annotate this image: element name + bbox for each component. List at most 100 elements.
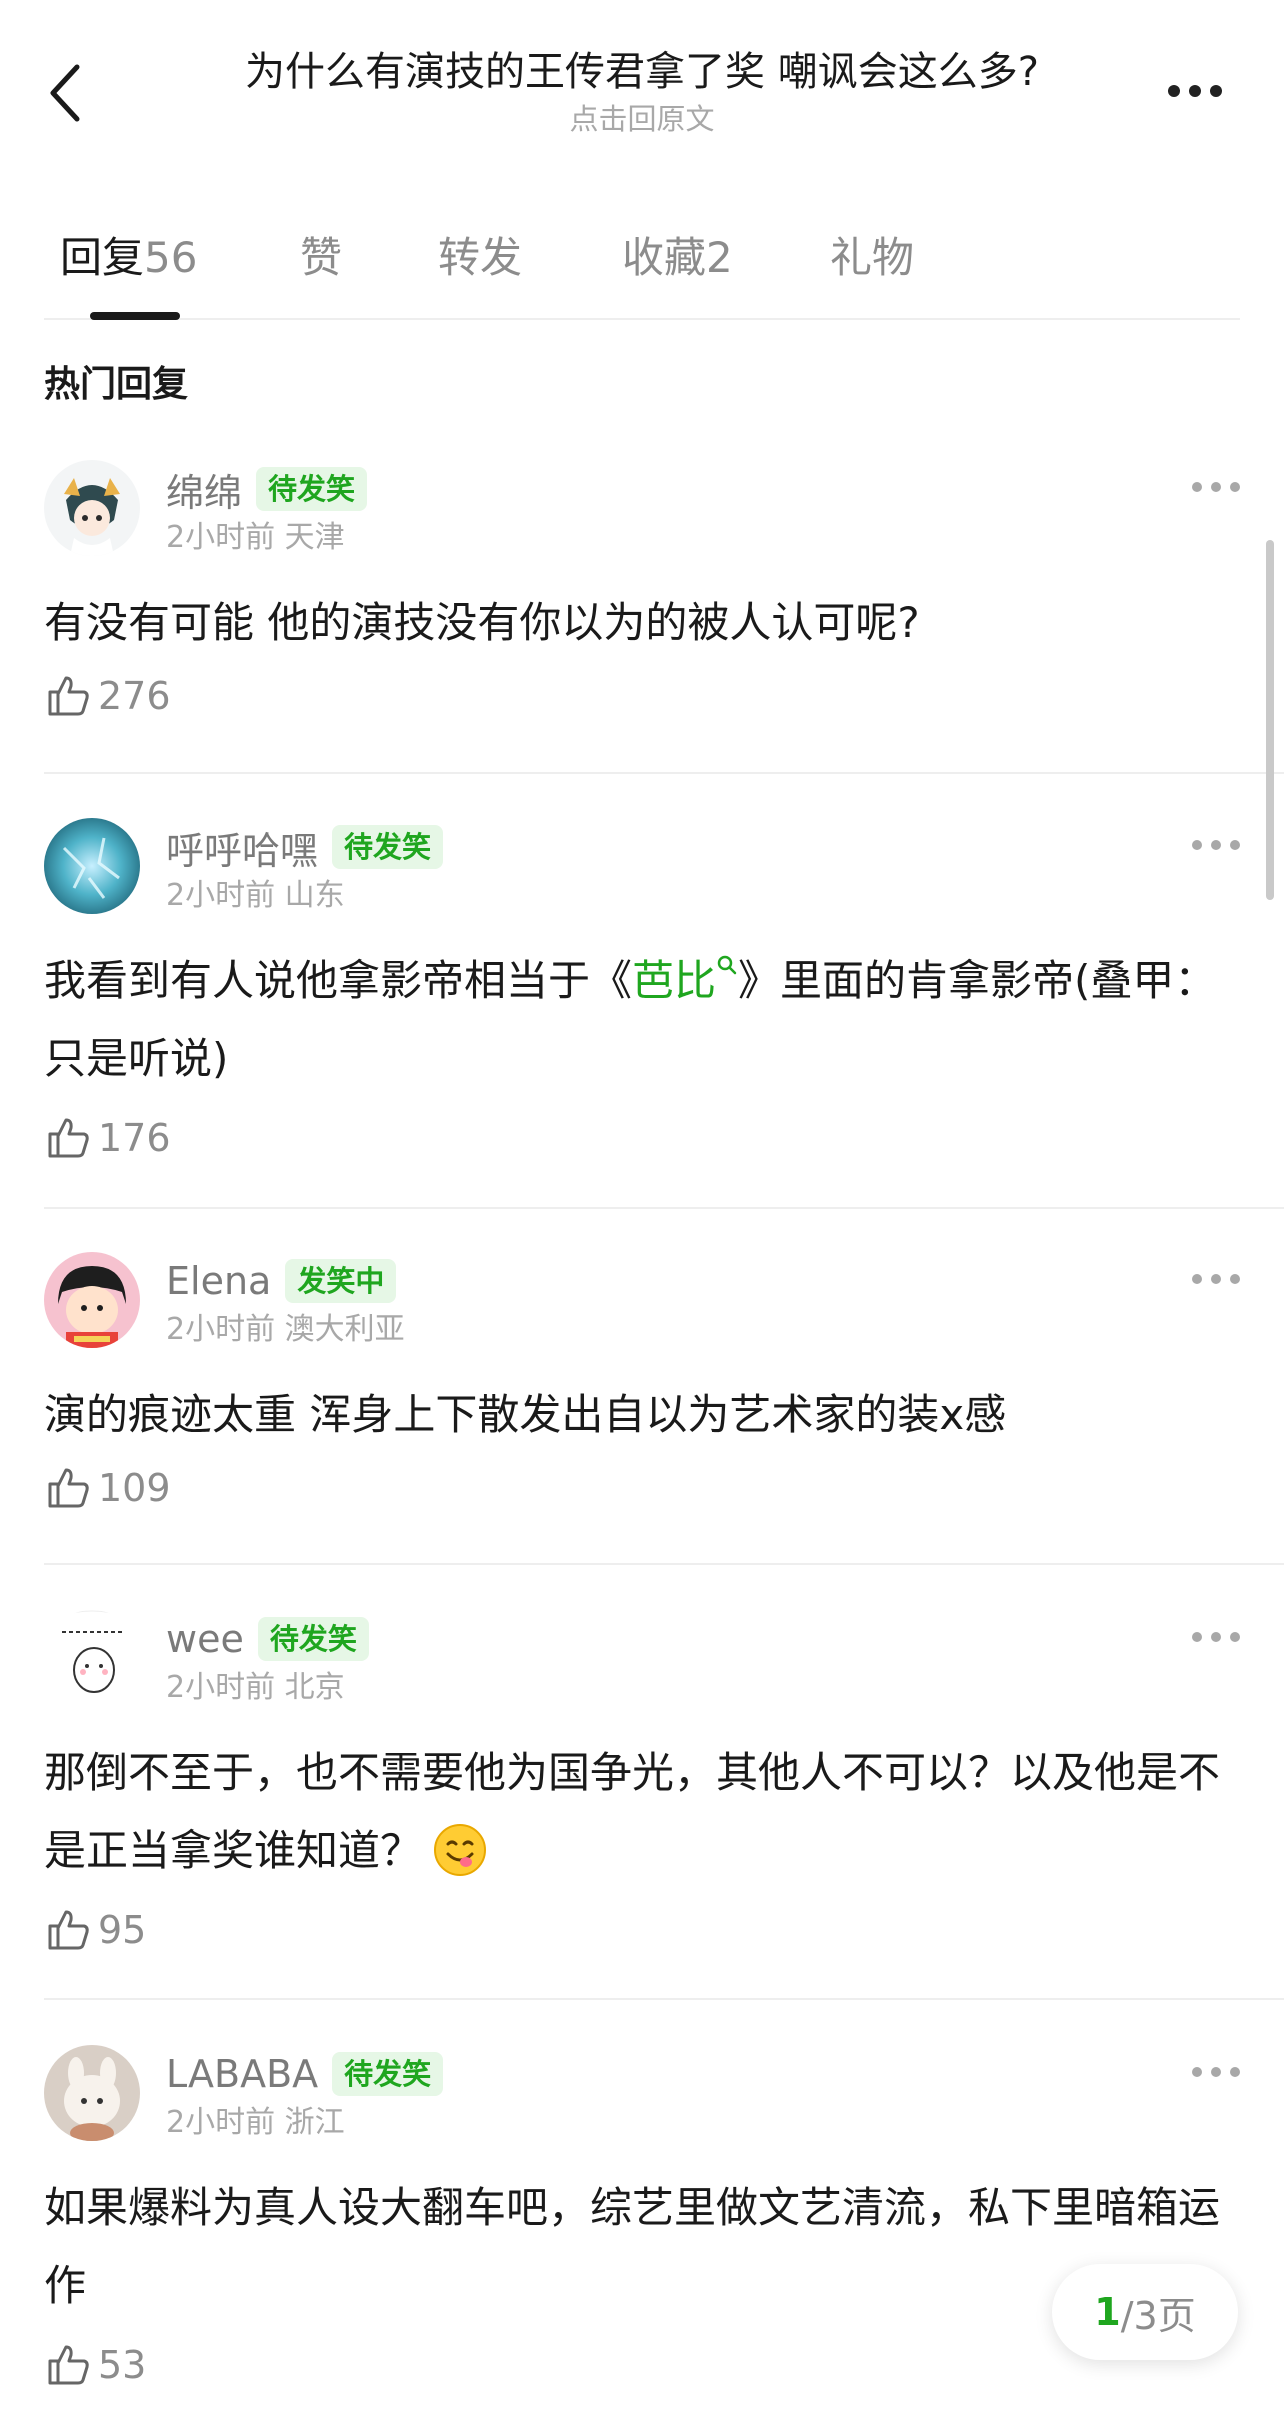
back-to-original-label: 点击回原文 — [569, 102, 715, 136]
comment-location: 浙江 — [284, 2105, 345, 2140]
more-dots-icon — [1192, 1632, 1202, 1642]
back-button[interactable] — [40, 58, 90, 128]
author-row: 绵绵 待发笑 — [166, 462, 368, 517]
status-badge: 发笑中 — [285, 1259, 397, 1303]
comment-time: 2小时前 — [166, 1312, 276, 1347]
divider — [44, 1563, 1284, 1565]
thumbs-up-icon — [48, 1910, 89, 1950]
more-dot — [1210, 85, 1222, 97]
avatar[interactable] — [44, 1252, 140, 1348]
tab-count: 56 — [144, 233, 198, 282]
more-dot — [1230, 840, 1240, 850]
like-count: 176 — [98, 1116, 171, 1160]
page-indicator[interactable]: 1/3页 — [1052, 2264, 1238, 2360]
status-badge: 待发笑 — [257, 1617, 369, 1661]
total-pages: /3页 — [1120, 2293, 1196, 2338]
tab-count: 2 — [706, 233, 733, 282]
like-button[interactable]: 53 — [44, 2341, 146, 2389]
comment-meta: 2小时前 浙江 — [166, 2103, 345, 2143]
avatar-image — [44, 1252, 140, 1348]
yum-emoji-icon — [434, 1823, 487, 1876]
more-dot — [1211, 1632, 1221, 1642]
comment-time: 2小时前 — [166, 2105, 276, 2140]
more-dot — [1189, 85, 1201, 97]
like-button[interactable]: 176 — [44, 1114, 171, 1162]
like-count: 95 — [98, 1908, 147, 1952]
more-dot — [1230, 1274, 1240, 1284]
like-button[interactable]: 95 — [44, 1906, 146, 1954]
more-options-button[interactable] — [1160, 74, 1230, 108]
tab-replies[interactable]: 回复56 — [60, 230, 197, 286]
original-post-link[interactable]: 为什么有演技的王传君拿了奖 嘲讽会这么多? 点击回原文 — [150, 46, 1134, 138]
author-name[interactable]: Elena — [166, 1259, 271, 1303]
author-row: LABABA 待发笑 — [166, 2049, 444, 2099]
thumbs-up-icon — [48, 2345, 89, 2385]
comment-text: 那倒不至于，也不需要他为国争光，其他人不可以？以及他是不是正当拿奖谁知道？ — [44, 1734, 1244, 1890]
search-link[interactable]: 芭比 — [632, 955, 738, 1005]
search-link-label: 芭比 — [632, 956, 717, 1005]
author-name[interactable]: LABABA — [166, 2052, 318, 2096]
comment-text-part: 那倒不至于，也不需要他为国争光，其他人不可以？以及他是不是正当拿奖谁知道？ — [44, 1748, 1221, 1875]
tab-bar: 回复56 赞 转发 收藏2 礼物 — [44, 220, 1240, 320]
chevron-left-icon — [50, 64, 80, 122]
author-name[interactable]: wee — [166, 1617, 244, 1661]
active-tab-indicator — [90, 312, 180, 320]
author-row: 呼呼哈嘿 待发笑 — [166, 820, 444, 875]
tab-favorites[interactable]: 收藏2 — [622, 230, 733, 286]
comment-location: 澳大利亚 — [284, 1312, 405, 1347]
more-dots-icon — [1192, 482, 1202, 492]
divider — [44, 1207, 1284, 1209]
comment-location: 山东 — [284, 878, 345, 913]
comment-meta: 2小时前 山东 — [166, 876, 345, 916]
tab-label: 赞 — [300, 233, 343, 282]
hot-replies-heading: 热门回复 — [44, 364, 189, 405]
comment-text: 演的痕迹太重 浑身上下散发出自以为艺术家的装x感 — [44, 1390, 1007, 1439]
thumbs-up-icon — [48, 1118, 89, 1158]
avatar[interactable] — [44, 1610, 140, 1706]
author-row: Elena 发笑中 — [166, 1256, 397, 1306]
tab-label: 收藏 — [622, 233, 707, 282]
comment-location: 天津 — [284, 520, 345, 555]
divider — [44, 772, 1284, 774]
post-title: 为什么有演技的王传君拿了奖 嘲讽会这么多? — [245, 49, 1039, 95]
comment-text: 有没有可能 他的演技没有你以为的被人认可呢? — [44, 598, 920, 647]
more-dot — [1230, 1632, 1240, 1642]
like-button[interactable]: 109 — [44, 1464, 171, 1512]
comment-more-button[interactable] — [1192, 1268, 1240, 1290]
tab-label: 礼物 — [830, 233, 915, 282]
comment-location: 北京 — [284, 1670, 345, 1705]
avatar[interactable] — [44, 818, 140, 914]
avatar[interactable] — [44, 2045, 140, 2141]
more-dot — [1211, 2067, 1221, 2077]
status-badge: 待发笑 — [332, 825, 444, 869]
tab-reposts[interactable]: 转发 — [438, 230, 522, 286]
more-dots-icon — [1192, 840, 1202, 850]
comment-more-button[interactable] — [1192, 1626, 1240, 1648]
status-badge: 待发笑 — [256, 467, 368, 511]
tab-likes[interactable]: 赞 — [300, 230, 342, 286]
like-button[interactable]: 276 — [44, 672, 171, 720]
comment-time: 2小时前 — [166, 520, 276, 555]
current-page: 1 — [1094, 2290, 1121, 2334]
tab-gifts[interactable]: 礼物 — [830, 230, 914, 286]
avatar-image — [44, 460, 140, 556]
comment-more-button[interactable] — [1192, 834, 1240, 856]
avatar-image — [44, 1610, 140, 1706]
like-count: 276 — [98, 674, 171, 718]
comment-time: 2小时前 — [166, 1670, 276, 1705]
author-row: wee 待发笑 — [166, 1614, 369, 1664]
like-count: 109 — [98, 1466, 171, 1510]
comment-more-button[interactable] — [1192, 476, 1240, 498]
more-dot — [1211, 1274, 1221, 1284]
author-name[interactable]: 呼呼哈嘿 — [166, 820, 318, 875]
avatar[interactable] — [44, 460, 140, 556]
scrollbar[interactable] — [1266, 540, 1274, 900]
more-dot — [1211, 482, 1221, 492]
comment-meta: 2小时前 北京 — [166, 1668, 345, 1708]
thumbs-up-icon — [48, 676, 89, 716]
author-name[interactable]: 绵绵 — [166, 462, 242, 517]
avatar-image — [44, 2045, 140, 2141]
more-dots-icon — [1192, 2067, 1202, 2077]
comment-more-button[interactable] — [1192, 2061, 1240, 2083]
comment-meta: 2小时前 天津 — [166, 518, 345, 558]
